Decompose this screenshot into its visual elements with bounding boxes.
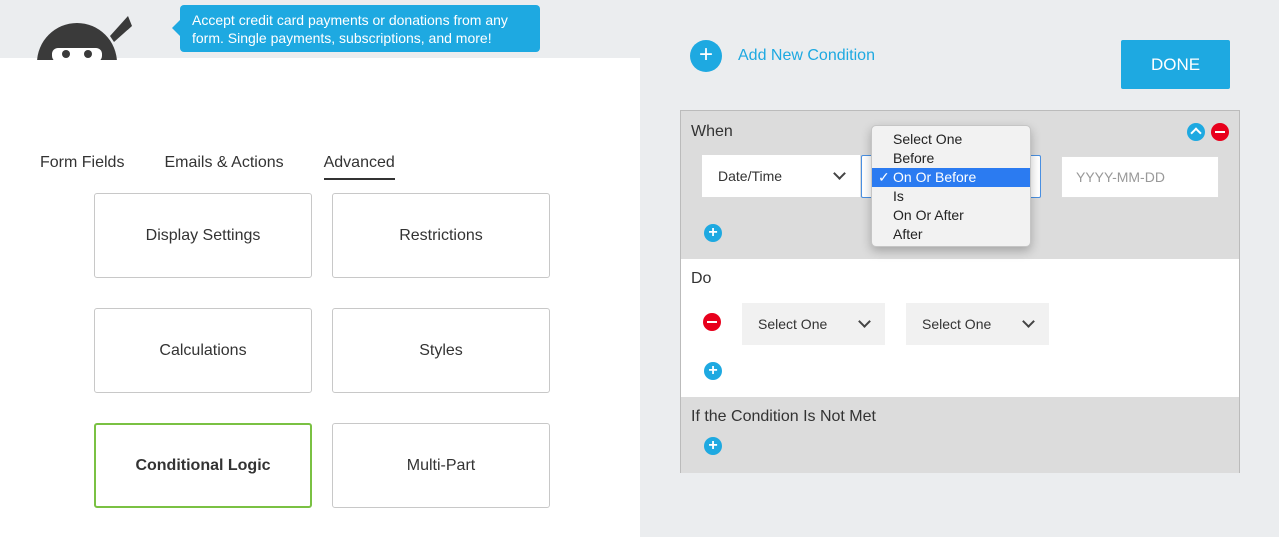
not-met-section: If the Condition Is Not Met +	[681, 397, 1239, 473]
when-field-select[interactable]: Date/Time	[702, 155, 860, 197]
do-section: Do Select One Select One +	[681, 259, 1239, 397]
tile-restrictions[interactable]: Restrictions	[332, 193, 550, 278]
chevron-down-icon	[1022, 315, 1035, 328]
dropdown-option[interactable]: Select One	[872, 130, 1030, 149]
remove-action-icon[interactable]	[703, 313, 721, 331]
chevron-down-icon	[833, 167, 846, 180]
tile-multi-part[interactable]: Multi-Part	[332, 423, 550, 508]
tab-advanced[interactable]: Advanced	[323, 154, 395, 180]
chevron-down-icon	[858, 315, 871, 328]
collapse-up-icon[interactable]	[1187, 123, 1205, 141]
comparator-dropdown-menu: Select One Before ✓ On Or Before Is On O…	[871, 125, 1031, 247]
dropdown-option[interactable]: Before	[872, 149, 1030, 168]
tab-emails-actions[interactable]: Emails & Actions	[164, 154, 283, 180]
do-target-value: Select One	[922, 316, 992, 332]
add-do-action-icon[interactable]: +	[704, 362, 722, 380]
ninja-logo	[22, 8, 132, 60]
not-met-label: If the Condition Is Not Met	[691, 408, 876, 425]
plus-circle-icon[interactable]: +	[690, 40, 722, 72]
do-action-value: Select One	[758, 316, 828, 332]
remove-condition-icon[interactable]	[1211, 123, 1229, 141]
add-when-criteria-icon[interactable]: +	[704, 224, 722, 242]
done-button[interactable]: DONE	[1121, 40, 1230, 89]
date-input[interactable]: YYYY-MM-DD	[1061, 156, 1219, 198]
tile-styles[interactable]: Styles	[332, 308, 550, 393]
tile-calculations[interactable]: Calculations	[94, 308, 312, 393]
when-field-value: Date/Time	[718, 168, 783, 184]
tab-form-fields[interactable]: Form Fields	[40, 154, 124, 180]
add-else-action-icon[interactable]: +	[704, 437, 722, 455]
dropdown-option[interactable]: On Or After	[872, 206, 1030, 225]
when-label: When	[691, 123, 733, 140]
add-new-condition[interactable]: + Add New Condition	[690, 40, 875, 72]
do-target-select[interactable]: Select One	[906, 303, 1049, 345]
checkmark-icon: ✓	[878, 169, 890, 185]
dropdown-option-label: On Or Before	[893, 169, 977, 185]
tile-conditional-logic[interactable]: Conditional Logic	[94, 423, 312, 508]
tile-display-settings[interactable]: Display Settings	[94, 193, 312, 278]
tab-bar: Form Fields Emails & Actions Advanced	[40, 154, 395, 180]
promo-tooltip: Accept credit card payments or donations…	[172, 5, 540, 52]
add-new-condition-label[interactable]: Add New Condition	[738, 47, 875, 65]
dropdown-option[interactable]: After	[872, 225, 1030, 244]
do-label: Do	[691, 270, 712, 287]
dropdown-option-selected[interactable]: ✓ On Or Before	[872, 168, 1030, 187]
do-action-select[interactable]: Select One	[742, 303, 885, 345]
dropdown-option[interactable]: Is	[872, 187, 1030, 206]
